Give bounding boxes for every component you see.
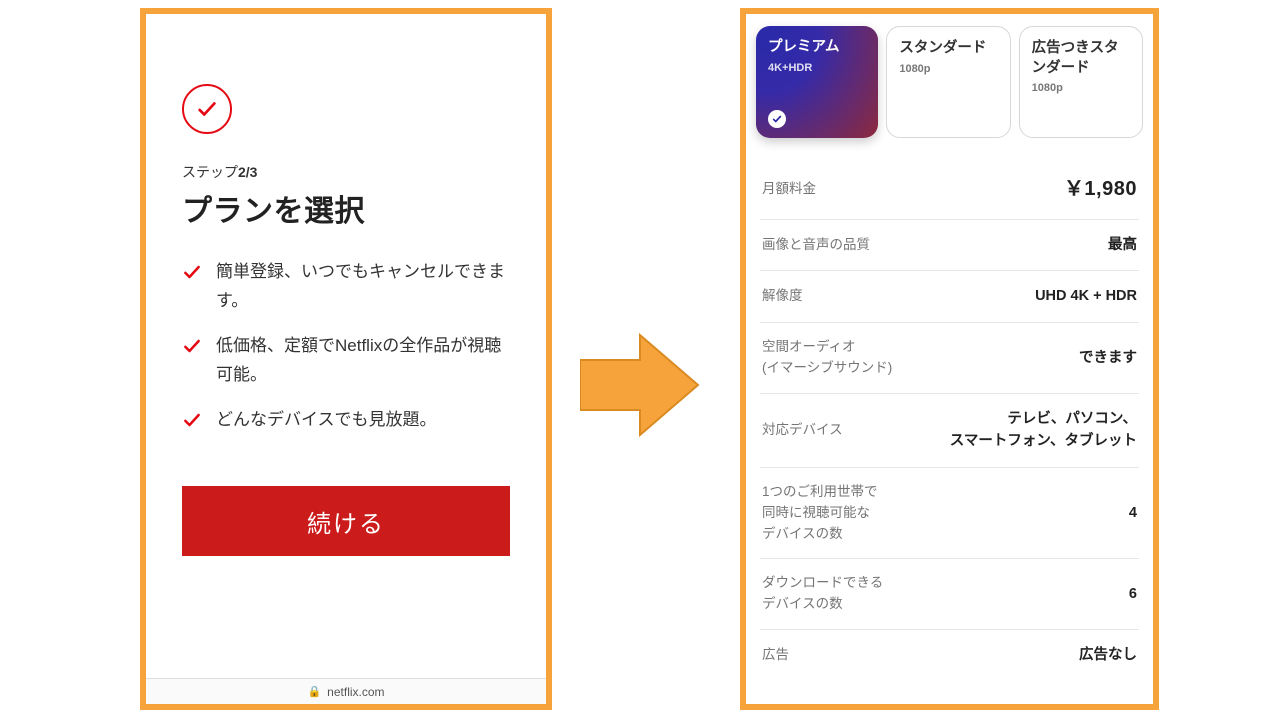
check-icon bbox=[182, 336, 202, 356]
feature-row-ads: 広告 広告なし bbox=[760, 630, 1139, 680]
feature-value: ￥1,980 bbox=[1064, 174, 1137, 205]
arrow-right-icon bbox=[580, 330, 700, 440]
feature-label: 解像度 bbox=[762, 286, 803, 307]
feature-row-devices: 対応デバイス テレビ、パソコン、スマートフォン、タブレット bbox=[760, 394, 1139, 468]
feature-value: 4 bbox=[1129, 502, 1137, 524]
benefit-text: 低価格、定額でNetflixの全作品が視聴可能。 bbox=[216, 332, 510, 390]
feature-value: できます bbox=[1079, 347, 1137, 369]
feature-label: ダウンロードできるデバイスの数 bbox=[762, 573, 883, 615]
plan-tab-title: スタンダード bbox=[899, 39, 997, 59]
plan-tab-title: 広告つきスタンダード bbox=[1032, 39, 1130, 78]
signup-step-panel: ステップ2/3 プランを選択 簡単登録、いつでもキャンセルできます。 低価格、定… bbox=[140, 8, 552, 710]
feature-label: 広告 bbox=[762, 645, 789, 666]
plan-tab-standard[interactable]: スタンダード 1080p bbox=[886, 26, 1010, 138]
feature-label: 1つのご利用世帯で同時に視聴可能なデバイスの数 bbox=[762, 482, 878, 545]
check-icon bbox=[182, 410, 202, 430]
feature-row-simultaneous: 1つのご利用世帯で同時に視聴可能なデバイスの数 4 bbox=[760, 468, 1139, 560]
lock-icon: 🔒 bbox=[307, 685, 321, 698]
feature-label: 空間オーディオ(イマーシブサウンド) bbox=[762, 337, 892, 379]
plan-tab-subtitle: 1080p bbox=[899, 63, 997, 75]
plan-tab-subtitle: 4K+HDR bbox=[768, 62, 866, 74]
plan-tab-ad-standard[interactable]: 広告つきスタンダード 1080p bbox=[1019, 26, 1143, 138]
selected-check-icon bbox=[768, 110, 786, 128]
feature-label: 対応デバイス bbox=[762, 420, 843, 441]
benefit-item: 低価格、定額でNetflixの全作品が視聴可能。 bbox=[182, 332, 510, 390]
benefit-item: 簡単登録、いつでもキャンセルできます。 bbox=[182, 258, 510, 316]
feature-row-resolution: 解像度 UHD 4K + HDR bbox=[760, 271, 1139, 322]
plan-feature-list: 月額料金 ￥1,980 画像と音声の品質 最高 解像度 UHD 4K + HDR… bbox=[756, 160, 1143, 681]
plan-tab-title: プレミアム bbox=[768, 38, 866, 58]
step-prefix: ステップ bbox=[182, 164, 238, 180]
feature-value: UHD 4K + HDR bbox=[1035, 285, 1137, 307]
page-title: プランを選択 bbox=[182, 186, 510, 230]
benefit-list: 簡単登録、いつでもキャンセルできます。 低価格、定額でNetflixの全作品が視… bbox=[182, 258, 510, 450]
check-icon bbox=[182, 262, 202, 282]
benefit-text: どんなデバイスでも見放題。 bbox=[216, 406, 437, 435]
plan-details-panel: プレミアム 4K+HDR スタンダード 1080p 広告つきスタンダード 108… bbox=[740, 8, 1159, 710]
feature-label: 月額料金 bbox=[762, 179, 816, 200]
feature-value: 広告なし bbox=[1079, 644, 1137, 666]
feature-label: 画像と音声の品質 bbox=[762, 235, 870, 256]
feature-row-price: 月額料金 ￥1,980 bbox=[760, 160, 1139, 220]
feature-row-downloads: ダウンロードできるデバイスの数 6 bbox=[760, 559, 1139, 630]
check-circle-icon bbox=[182, 84, 232, 134]
step-indicator: ステップ2/3 bbox=[182, 162, 510, 182]
address-bar: 🔒 netflix.com bbox=[146, 678, 546, 704]
url-text: netflix.com bbox=[327, 685, 384, 699]
feature-row-quality: 画像と音声の品質 最高 bbox=[760, 220, 1139, 271]
plan-tab-premium[interactable]: プレミアム 4K+HDR bbox=[756, 26, 878, 138]
step-value: 2/3 bbox=[238, 164, 257, 180]
feature-row-spatial-audio: 空間オーディオ(イマーシブサウンド) できます bbox=[760, 323, 1139, 394]
plan-tab-subtitle: 1080p bbox=[1032, 82, 1130, 94]
benefit-text: 簡単登録、いつでもキャンセルできます。 bbox=[216, 258, 510, 316]
feature-value: 最高 bbox=[1108, 234, 1137, 256]
continue-button[interactable]: 続ける bbox=[182, 486, 510, 556]
plan-tabs: プレミアム 4K+HDR スタンダード 1080p 広告つきスタンダード 108… bbox=[756, 26, 1143, 138]
feature-value: テレビ、パソコン、スマートフォン、タブレット bbox=[950, 408, 1137, 453]
benefit-item: どんなデバイスでも見放題。 bbox=[182, 406, 510, 435]
feature-value: 6 bbox=[1129, 583, 1137, 605]
